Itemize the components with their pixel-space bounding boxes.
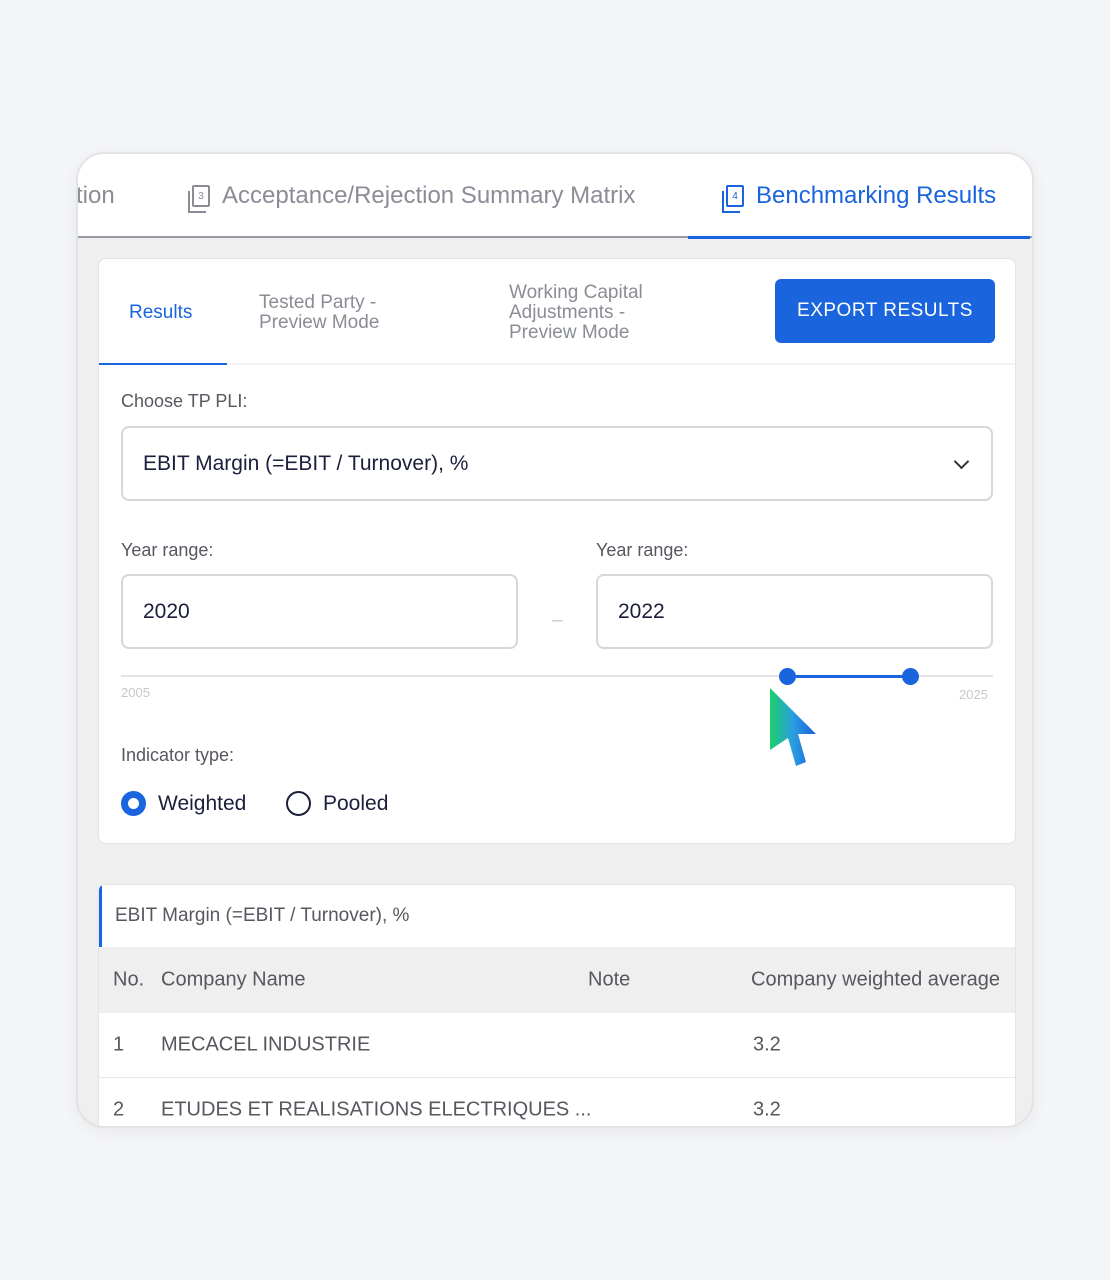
- cell-no: 1: [113, 1033, 125, 1056]
- cell-company-name: ETUDES ET REALISATIONS ELECTRIQUES ...: [161, 1098, 592, 1121]
- year-slider-range: [788, 675, 911, 678]
- radio-checked-icon: [121, 791, 146, 816]
- pli-label: Choose TP PLI:: [121, 391, 248, 411]
- results-panel: Results Tested Party - Preview Mode Worki…: [98, 258, 1016, 844]
- indicator-label: Indicator type:: [121, 745, 235, 765]
- tab-acceptance-rejection[interactable]: 3 Acceptance/Rejection Summary Matrix: [188, 182, 635, 213]
- sub-tabs: Results Tested Party - Preview Mode Worki…: [99, 259, 1015, 365]
- col-note[interactable]: Note: [588, 969, 630, 992]
- cell-average: 3.2: [753, 1033, 781, 1056]
- slider-max-label: 2025: [959, 687, 988, 702]
- radio-unchecked-icon: [286, 791, 311, 816]
- active-tab-indicator: [99, 363, 227, 365]
- range-separator: –: [552, 609, 564, 631]
- col-no[interactable]: No.: [113, 969, 144, 992]
- subtab-tested-party[interactable]: Tested Party - Preview Mode: [259, 293, 379, 333]
- cell-no: 2: [113, 1098, 125, 1121]
- subtab-results[interactable]: Results: [129, 303, 192, 323]
- year-from-input[interactable]: 2020: [121, 574, 518, 649]
- slider-min-label: 2005: [121, 685, 150, 700]
- table-row[interactable]: 1 MECACEL INDUSTRIE 3.2: [99, 1013, 1015, 1078]
- tab-benchmarking-results[interactable]: 4 Benchmarking Results: [687, 182, 1031, 239]
- document-stack-icon: 4: [722, 185, 744, 213]
- subtab-working-capital[interactable]: Working Capital Adjustments - Preview Mode: [509, 283, 643, 343]
- app-window: tion 3 Acceptance/Rejection Summary Matri…: [76, 152, 1034, 1128]
- table-row[interactable]: 2 ETUDES ET REALISATIONS ELECTRIQUES ...…: [99, 1078, 1015, 1126]
- mouse-cursor-icon: [770, 688, 816, 766]
- table-title: EBIT Margin (=EBIT / Turnover), %: [99, 885, 1015, 947]
- col-company-name[interactable]: Company Name: [161, 969, 306, 992]
- col-weighted-average[interactable]: Company weighted average: [751, 969, 1000, 992]
- year-slider-handle-from[interactable]: [779, 668, 796, 685]
- tab-previous[interactable]: tion: [78, 182, 115, 210]
- pli-select[interactable]: EBIT Margin (=EBIT / Turnover), %: [121, 426, 993, 501]
- cell-company-name: MECACEL INDUSTRIE: [161, 1033, 371, 1056]
- year-from-label: Year range:: [121, 540, 214, 560]
- chevron-down-icon: [953, 453, 970, 470]
- radio-pooled[interactable]: Pooled: [286, 791, 388, 816]
- radio-weighted[interactable]: Weighted: [121, 791, 246, 816]
- cell-average: 3.2: [753, 1098, 781, 1121]
- export-results-button[interactable]: EXPORT RESULTS: [775, 279, 995, 343]
- year-slider-handle-to[interactable]: [902, 668, 919, 685]
- table-header: No. Company Name Note Company weighted a…: [99, 947, 1015, 1013]
- step-tabs: tion 3 Acceptance/Rejection Summary Matri…: [78, 154, 1032, 239]
- results-table: EBIT Margin (=EBIT / Turnover), % No. Co…: [98, 884, 1016, 1126]
- year-to-label: Year range:: [596, 540, 689, 560]
- document-stack-icon: 3: [188, 185, 210, 213]
- year-to-input[interactable]: 2022: [596, 574, 993, 649]
